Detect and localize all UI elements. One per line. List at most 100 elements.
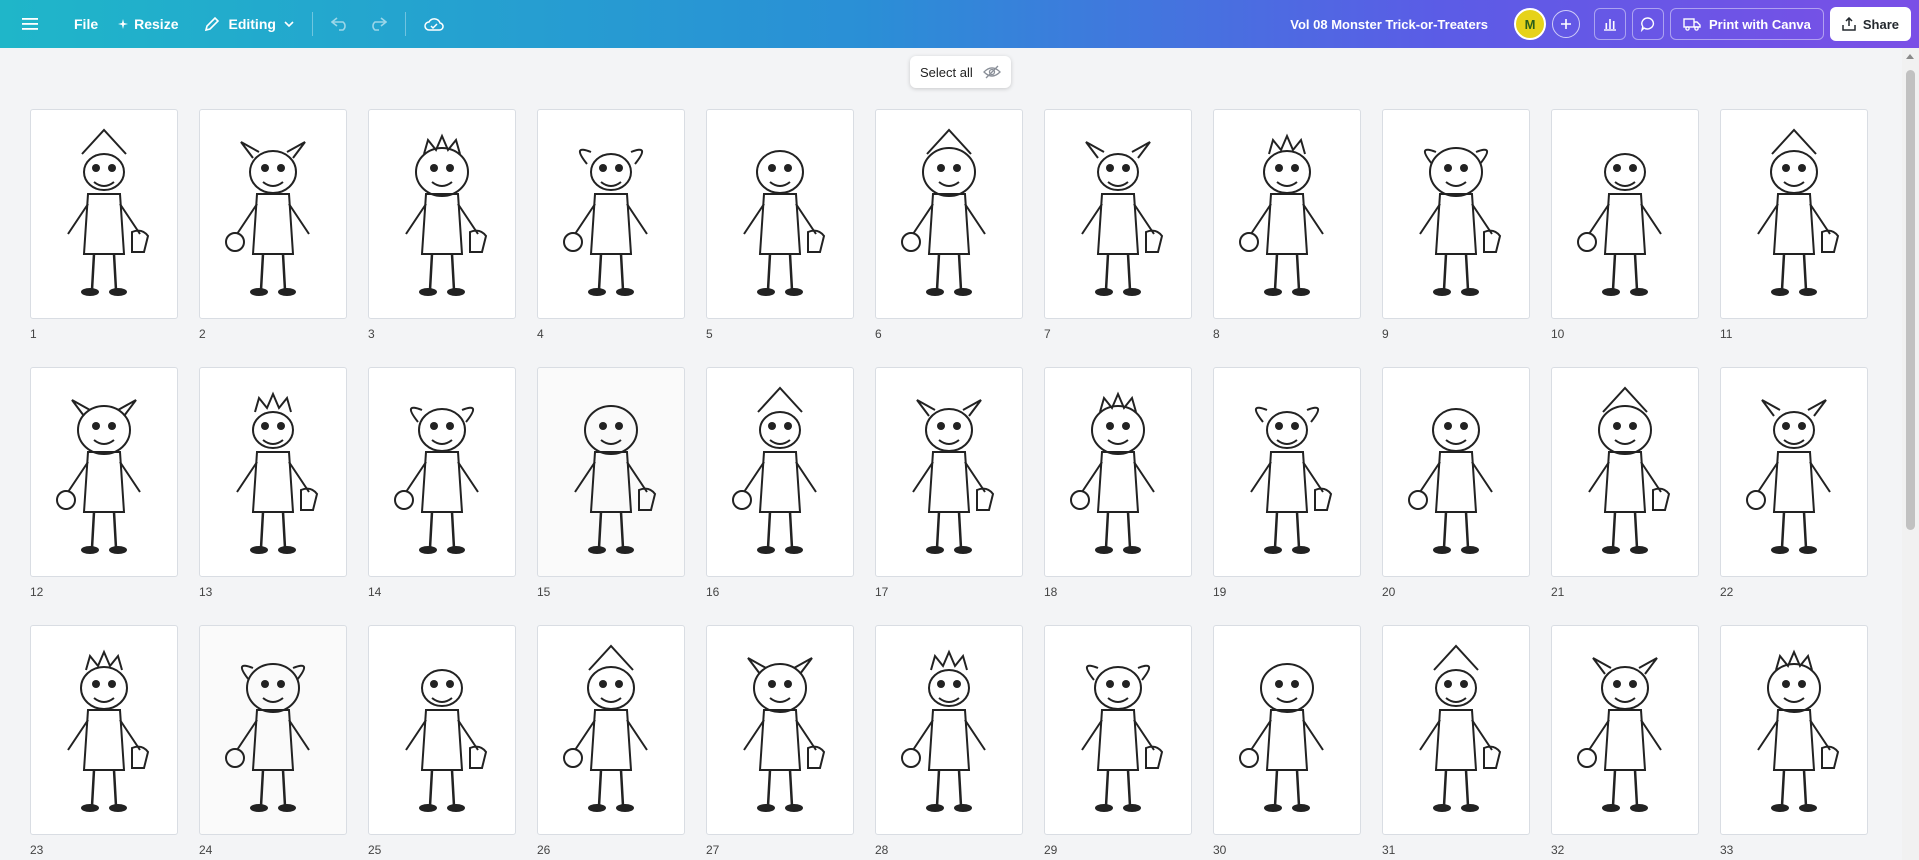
resize-button[interactable]: Resize bbox=[108, 8, 188, 40]
page-preview-image[interactable] bbox=[537, 109, 685, 319]
page-preview-image[interactable] bbox=[1382, 109, 1530, 319]
page-preview-image[interactable] bbox=[537, 367, 685, 577]
page-preview-image[interactable] bbox=[30, 625, 178, 835]
page-thumbnail[interactable]: 32 bbox=[1551, 625, 1699, 857]
page-thumbnail[interactable]: 29 bbox=[1044, 625, 1192, 857]
comments-button[interactable] bbox=[1632, 8, 1664, 40]
cloud-save-status[interactable] bbox=[414, 8, 454, 40]
page-thumbnail[interactable]: 17 bbox=[875, 367, 1023, 599]
page-thumbnail[interactable]: 2 bbox=[199, 109, 347, 341]
page-preview-image[interactable] bbox=[199, 625, 347, 835]
page-thumbnail[interactable]: 18 bbox=[1044, 367, 1192, 599]
page-thumbnail[interactable]: 9 bbox=[1382, 109, 1530, 341]
insights-button[interactable] bbox=[1594, 8, 1626, 40]
page-preview-image[interactable] bbox=[706, 367, 854, 577]
page-preview-image[interactable] bbox=[1213, 625, 1361, 835]
page-preview-image[interactable] bbox=[706, 109, 854, 319]
page-thumbnail[interactable]: 12 bbox=[30, 367, 178, 599]
page-number: 32 bbox=[1551, 843, 1565, 857]
page-thumbnail[interactable]: 22 bbox=[1720, 367, 1868, 599]
page-preview-image[interactable] bbox=[1382, 625, 1530, 835]
page-preview-image[interactable] bbox=[368, 367, 516, 577]
page-thumbnail[interactable]: 3 bbox=[368, 109, 516, 341]
page-thumbnail[interactable]: 16 bbox=[706, 367, 854, 599]
page-preview-image[interactable] bbox=[1044, 109, 1192, 319]
undo-button[interactable] bbox=[321, 8, 359, 40]
page-preview-image[interactable] bbox=[1213, 109, 1361, 319]
menu-button[interactable] bbox=[14, 8, 46, 40]
scroll-up-arrow-icon[interactable] bbox=[1906, 54, 1914, 59]
page-preview-image[interactable] bbox=[1720, 367, 1868, 577]
page-thumbnail[interactable]: 1 bbox=[30, 109, 178, 341]
coloring-illustration bbox=[743, 657, 826, 812]
page-preview-image[interactable] bbox=[30, 367, 178, 577]
page-thumbnail[interactable]: 20 bbox=[1382, 367, 1530, 599]
coloring-illustration bbox=[574, 405, 657, 554]
document-title[interactable]: Vol 08 Monster Trick-or-Treaters bbox=[1290, 17, 1488, 32]
select-all-button[interactable]: Select all bbox=[910, 56, 1011, 88]
file-menu-button[interactable]: File bbox=[64, 8, 108, 40]
vertical-scrollbar[interactable] bbox=[1902, 48, 1919, 860]
page-thumbnail[interactable]: 13 bbox=[199, 367, 347, 599]
page-thumbnail[interactable]: 27 bbox=[706, 625, 854, 857]
page-thumbnail[interactable]: 4 bbox=[537, 109, 685, 341]
page-preview-image[interactable] bbox=[30, 109, 178, 319]
page-preview-image[interactable] bbox=[875, 625, 1023, 835]
page-preview-image[interactable] bbox=[1551, 367, 1699, 577]
coloring-illustration bbox=[236, 391, 319, 554]
page-thumbnail[interactable]: 14 bbox=[368, 367, 516, 599]
page-preview-image[interactable] bbox=[1551, 625, 1699, 835]
share-button[interactable]: Share bbox=[1829, 7, 1911, 41]
editing-mode-dropdown[interactable]: Editing bbox=[194, 8, 303, 40]
share-label: Share bbox=[1862, 16, 1899, 32]
add-collaborator-button[interactable] bbox=[1552, 10, 1580, 38]
page-number: 3 bbox=[368, 327, 375, 341]
page-preview-image[interactable] bbox=[199, 109, 347, 319]
page-thumbnail[interactable]: 8 bbox=[1213, 109, 1361, 341]
page-preview-image[interactable] bbox=[199, 367, 347, 577]
page-preview-image[interactable] bbox=[1551, 109, 1699, 319]
page-preview-image[interactable] bbox=[368, 625, 516, 835]
print-with-canva-button[interactable]: Print with Canva bbox=[1670, 8, 1824, 40]
page-thumbnail[interactable]: 30 bbox=[1213, 625, 1361, 857]
page-preview-image[interactable] bbox=[875, 109, 1023, 319]
resize-label: Resize bbox=[134, 16, 179, 32]
page-preview-image[interactable] bbox=[706, 625, 854, 835]
page-preview-image[interactable] bbox=[875, 367, 1023, 577]
page-thumbnail[interactable]: 21 bbox=[1551, 367, 1699, 599]
page-thumbnail[interactable]: 5 bbox=[706, 109, 854, 341]
coloring-illustration bbox=[405, 133, 488, 296]
page-preview-image[interactable] bbox=[1044, 367, 1192, 577]
page-thumbnail[interactable]: 31 bbox=[1382, 625, 1530, 857]
page-preview-image[interactable] bbox=[1382, 367, 1530, 577]
page-preview-image[interactable] bbox=[1720, 625, 1868, 835]
page-preview-image[interactable] bbox=[368, 109, 516, 319]
coloring-illustration bbox=[225, 141, 310, 296]
page-preview-image[interactable] bbox=[1044, 625, 1192, 835]
page-thumbnail[interactable]: 33 bbox=[1720, 625, 1868, 857]
page-thumbnail[interactable]: 24 bbox=[199, 625, 347, 857]
page-thumbnail[interactable]: 6 bbox=[875, 109, 1023, 341]
page-preview-image[interactable] bbox=[537, 625, 685, 835]
page-thumbnail[interactable]: 25 bbox=[368, 625, 516, 857]
redo-button[interactable] bbox=[359, 8, 397, 40]
page-thumbnail[interactable]: 10 bbox=[1551, 109, 1699, 341]
page-preview-image[interactable] bbox=[1720, 109, 1868, 319]
scrollbar-thumb[interactable] bbox=[1906, 70, 1915, 530]
page-number: 5 bbox=[706, 327, 713, 341]
page-number: 25 bbox=[368, 843, 382, 857]
page-number: 9 bbox=[1382, 327, 1389, 341]
page-thumbnail[interactable]: 15 bbox=[537, 367, 685, 599]
page-number: 18 bbox=[1044, 585, 1058, 599]
page-thumbnail[interactable]: 11 bbox=[1720, 109, 1868, 341]
page-preview-image[interactable] bbox=[1213, 367, 1361, 577]
page-thumbnail[interactable]: 28 bbox=[875, 625, 1023, 857]
page-number: 30 bbox=[1213, 843, 1227, 857]
page-thumbnail[interactable]: 23 bbox=[30, 625, 178, 857]
coloring-illustration bbox=[1746, 399, 1831, 554]
page-thumbnail[interactable]: 7 bbox=[1044, 109, 1192, 341]
page-number: 17 bbox=[875, 585, 889, 599]
avatar[interactable]: M bbox=[1514, 8, 1546, 40]
page-thumbnail[interactable]: 26 bbox=[537, 625, 685, 857]
page-thumbnail[interactable]: 19 bbox=[1213, 367, 1361, 599]
